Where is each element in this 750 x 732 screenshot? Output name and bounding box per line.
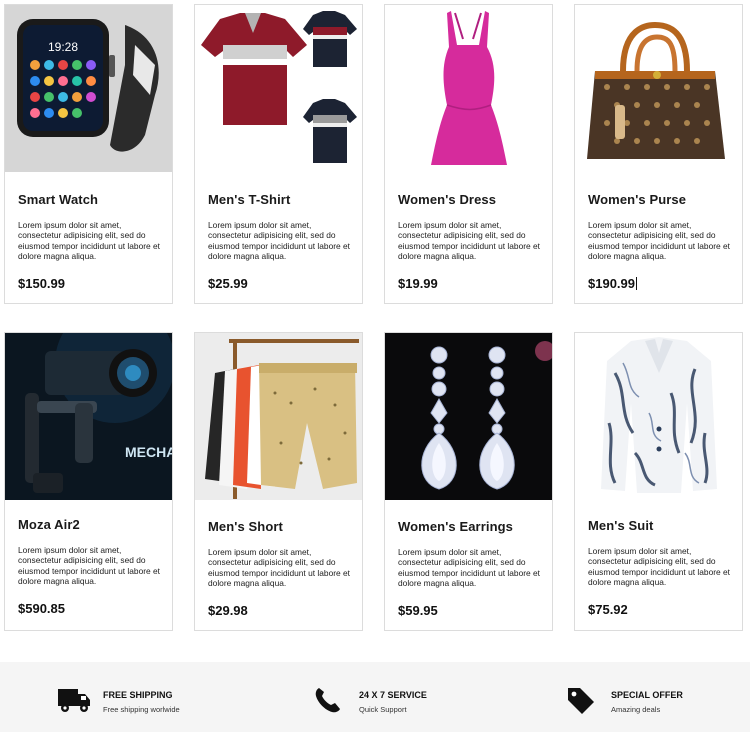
product-name[interactable]: Women's Dress: [398, 192, 496, 207]
features-bar: FREE SHIPPING Free shipping worlwide 24 …: [0, 662, 750, 732]
womens-dress-image[interactable]: [385, 5, 552, 172]
feature-subtitle: Free shipping worlwide: [103, 705, 180, 714]
product-price: $590.85: [18, 601, 65, 616]
product-name[interactable]: Smart Watch: [18, 192, 98, 207]
product-price: $75.92: [588, 602, 628, 617]
product-card-womens-purse[interactable]: Women's Purse Lorem ipsum dolor sit amet…: [574, 4, 743, 304]
product-card-womens-dress[interactable]: Women's Dress Lorem ipsum dolor sit amet…: [384, 4, 553, 304]
product-price: $19.99: [398, 276, 438, 291]
truck-icon: [58, 686, 92, 714]
product-name[interactable]: Men's Suit: [588, 518, 654, 533]
product-description: Lorem ipsum dolor sit amet, consectetur …: [208, 220, 350, 262]
product-description: Lorem ipsum dolor sit amet, consectetur …: [208, 547, 350, 589]
moza-air2-image[interactable]: MECHA ZOOM: [5, 333, 172, 500]
tag-icon: [566, 686, 600, 714]
womens-earrings-image[interactable]: [385, 333, 552, 500]
product-description: Lorem ipsum dolor sit amet, consectetur …: [18, 545, 160, 587]
product-card-moza-air2[interactable]: MECHA ZOOM Moza Air2 Lorem ipsum dolor s…: [4, 332, 173, 631]
product-card-mens-tshirt[interactable]: Men's T-Shirt Lorem ipsum dolor sit amet…: [194, 4, 363, 304]
product-price: $190.99: [588, 276, 637, 291]
feature-title: FREE SHIPPING: [103, 690, 173, 700]
product-card-mens-suit[interactable]: Men's Suit Lorem ipsum dolor sit amet, c…: [574, 332, 743, 631]
product-card-womens-earrings[interactable]: Women's Earrings Lorem ipsum dolor sit a…: [384, 332, 553, 631]
phone-icon: [314, 686, 348, 714]
product-description: Lorem ipsum dolor sit amet, consectetur …: [398, 547, 540, 589]
smart-watch-image[interactable]: 19:28: [5, 5, 172, 172]
svg-text:19:28: 19:28: [48, 40, 78, 54]
product-description: Lorem ipsum dolor sit amet, consectetur …: [588, 546, 730, 588]
product-price-text: $190.99: [588, 276, 635, 291]
feature-subtitle: Quick Support: [359, 705, 407, 714]
product-description: Lorem ipsum dolor sit amet, consectetur …: [588, 220, 730, 262]
product-name[interactable]: Men's T-Shirt: [208, 192, 290, 207]
product-description: Lorem ipsum dolor sit amet, consectetur …: [398, 220, 540, 262]
mens-tshirt-image[interactable]: [195, 5, 362, 172]
image-overlay-text: MECHA ZOOM: [125, 444, 172, 460]
product-card-mens-short[interactable]: Men's Short Lorem ipsum dolor sit amet, …: [194, 332, 363, 631]
product-name[interactable]: Women's Purse: [588, 192, 686, 207]
product-card-smart-watch[interactable]: 19:28 Smart Watch Lorem ipsum dolor sit …: [4, 4, 173, 304]
product-price: $25.99: [208, 276, 248, 291]
feature-title: 24 X 7 SERVICE: [359, 690, 427, 700]
text-cursor: [636, 277, 637, 290]
feature-subtitle: Amazing deals: [611, 705, 661, 714]
product-price: $29.98: [208, 603, 248, 618]
product-price: $150.99: [18, 276, 65, 291]
product-name[interactable]: Women's Earrings: [398, 519, 513, 534]
mens-short-image[interactable]: [195, 333, 362, 500]
mens-suit-image[interactable]: [575, 333, 742, 500]
womens-purse-image[interactable]: [575, 5, 742, 172]
product-name[interactable]: Men's Short: [208, 519, 283, 534]
product-description: Lorem ipsum dolor sit amet, consectetur …: [18, 220, 160, 262]
product-name[interactable]: Moza Air2: [18, 517, 80, 532]
product-price: $59.95: [398, 603, 438, 618]
feature-title: SPECIAL OFFER: [611, 690, 683, 700]
